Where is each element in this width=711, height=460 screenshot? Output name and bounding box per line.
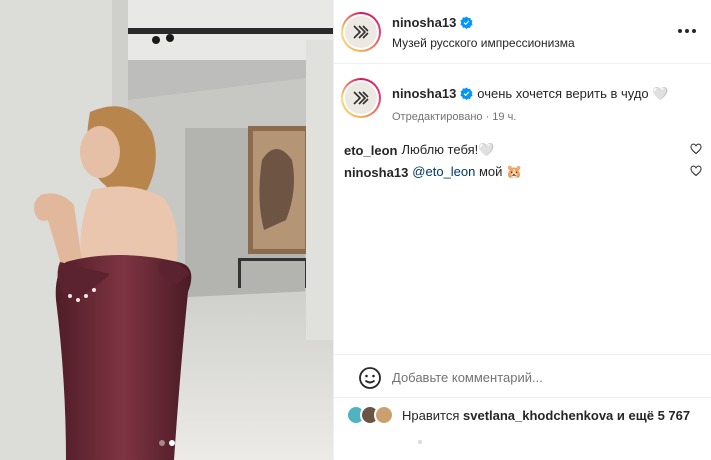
likes-prefix: Нравится xyxy=(402,407,460,423)
caption-username[interactable]: ninosha13 xyxy=(392,86,456,101)
liker-avatar xyxy=(374,405,394,425)
comment-item: eto_leon Люблю тебя!🤍 xyxy=(344,141,704,159)
heart-icon[interactable] xyxy=(690,165,702,180)
likes-summary[interactable]: Нравится svetlana_khodchenkova и ещё 5 7… xyxy=(346,404,690,426)
heart-icon[interactable] xyxy=(690,143,702,158)
avatar-logo-icon xyxy=(345,82,377,114)
verified-badge-icon xyxy=(460,16,473,32)
post-location[interactable]: Музей русского импрессионизма xyxy=(392,36,575,50)
comment-text: Люблю тебя!🤍 xyxy=(401,142,495,157)
carousel-dot-2[interactable] xyxy=(168,440,175,446)
comment-username[interactable]: eto_leon xyxy=(344,143,397,158)
post-photo[interactable] xyxy=(0,0,333,460)
carousel-dot-1[interactable] xyxy=(158,440,165,446)
avatar[interactable] xyxy=(341,12,381,52)
edited-timestamp: Отредактировано · 19 ч. xyxy=(392,111,517,123)
caption-avatar[interactable] xyxy=(341,78,381,118)
post-photo-illustration xyxy=(0,0,333,460)
header-username[interactable]: ninosha13 xyxy=(392,15,456,30)
post-details-panel: ninosha13 Музей русского импрессионизма … xyxy=(333,0,711,460)
likes-count[interactable]: и ещё 5 767 xyxy=(617,408,690,423)
carousel-indicator xyxy=(0,440,333,446)
comment-input[interactable] xyxy=(392,367,692,387)
avatar-logo-icon xyxy=(345,16,377,48)
comment-username[interactable]: ninosha13 xyxy=(344,165,408,180)
caption-text: очень хочется верить в чудо 🤍 xyxy=(477,86,669,101)
more-options-button[interactable] xyxy=(676,22,698,40)
verified-badge-icon xyxy=(460,87,473,103)
liker-username[interactable]: svetlana_khodchenkova xyxy=(463,408,613,423)
emoji-smile-icon[interactable] xyxy=(358,366,382,393)
add-comment-bar xyxy=(334,354,711,398)
comment-text: мой 🐹 xyxy=(475,164,523,179)
instagram-post-view: ninosha13 Музей русского импрессионизма … xyxy=(0,0,711,460)
comment-item: ninosha13 @eto_leon мой 🐹 xyxy=(344,163,704,181)
comment-mention[interactable]: @eto_leon xyxy=(412,164,475,179)
post-caption: ninosha13 очень хочется верить в чудо 🤍 xyxy=(392,86,702,103)
loading-dot xyxy=(418,440,422,444)
post-header: ninosha13 Музей русского импрессионизма xyxy=(334,0,711,64)
